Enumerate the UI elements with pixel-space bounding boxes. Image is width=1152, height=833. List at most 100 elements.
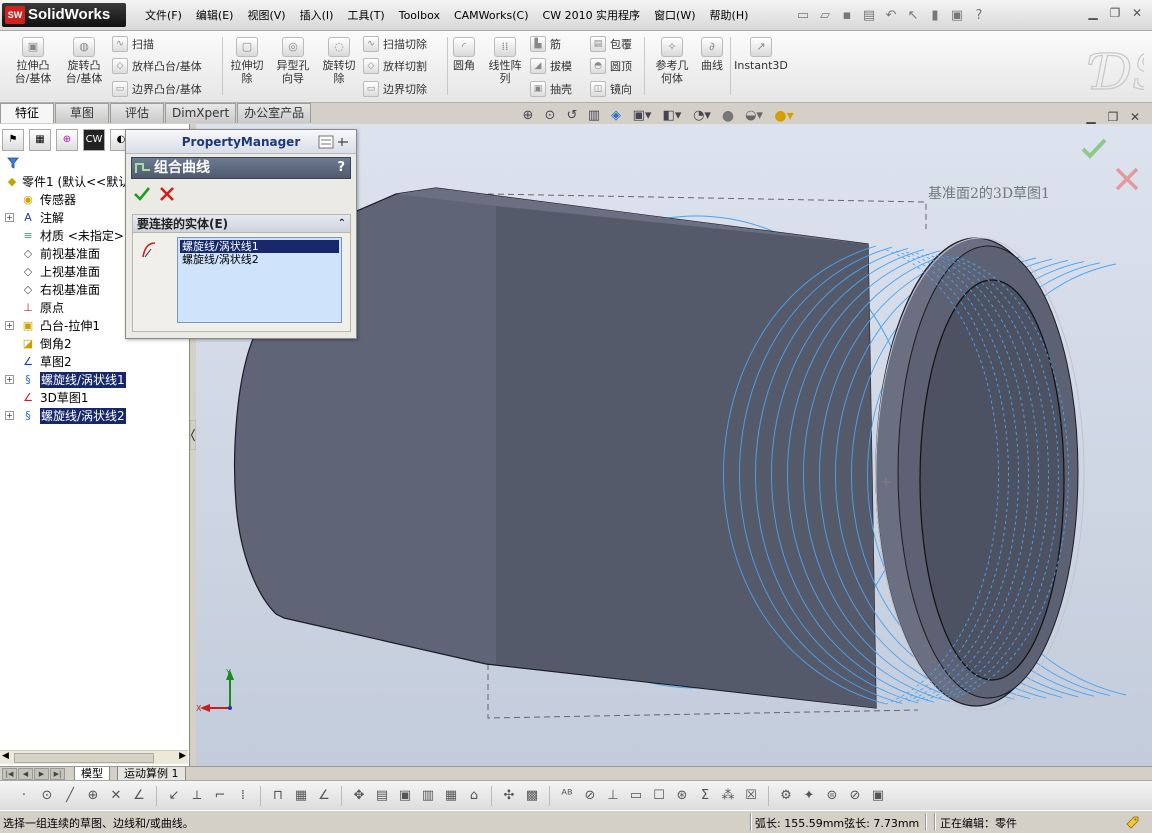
menu-file[interactable]: 文件(F) bbox=[138, 6, 189, 26]
point-tool-icon[interactable]: · bbox=[14, 786, 34, 806]
hole-wizard-button[interactable]: ◎ 异型孔 向导 bbox=[270, 37, 316, 85]
display-style-icon[interactable]: ▣▾ bbox=[627, 108, 657, 128]
tab-features[interactable]: 特征 bbox=[0, 103, 55, 123]
first-tab-icon[interactable]: |◀ bbox=[2, 768, 17, 780]
scroll-thumb[interactable] bbox=[14, 753, 154, 763]
boundary-cut-button[interactable]: ▭ 边界切除 bbox=[363, 80, 427, 98]
tab-motion-study[interactable]: 运动算例 1 bbox=[117, 767, 186, 781]
rectangle-tool-icon[interactable]: ⊕ bbox=[83, 786, 103, 806]
realview-icon[interactable]: ◒▾ bbox=[739, 108, 769, 128]
box-tool-icon[interactable]: ▭ bbox=[626, 786, 646, 806]
spark-tool-icon[interactable]: ⁂ bbox=[718, 786, 738, 806]
menu-edit[interactable]: 编辑(E) bbox=[189, 6, 241, 26]
restore-icon[interactable]: ❐ bbox=[1104, 6, 1126, 24]
perpendicular-tool-icon[interactable]: ⟂ bbox=[187, 786, 207, 806]
check-tool-icon[interactable]: ☐ bbox=[649, 786, 669, 806]
sum-tool-icon[interactable]: Σ bbox=[695, 786, 715, 806]
scroll-left-icon[interactable]: ◀ bbox=[2, 751, 9, 761]
rebuild-icon[interactable]: ▮ bbox=[924, 4, 946, 26]
open-icon[interactable]: ▱ bbox=[814, 4, 836, 26]
next-tab-icon[interactable]: ▶ bbox=[34, 768, 49, 780]
stack-tool-icon[interactable]: ▣ bbox=[868, 786, 888, 806]
cw-tab-icon[interactable]: CW bbox=[83, 129, 105, 151]
section-view-icon[interactable]: ▥ bbox=[583, 108, 605, 128]
tab-dimxpert[interactable]: DimXpert bbox=[165, 103, 237, 123]
block-tool-icon[interactable]: ▤ bbox=[372, 786, 392, 806]
edit-appearance-icon[interactable]: ◔▾ bbox=[687, 108, 717, 128]
house-tool-icon[interactable]: ⌂ bbox=[464, 786, 484, 806]
print-icon[interactable]: ▤ bbox=[858, 4, 880, 26]
slope-tool-icon[interactable]: ∠ bbox=[314, 786, 334, 806]
pattern-tool-icon[interactable]: ✣ bbox=[499, 786, 519, 806]
menu-help[interactable]: 帮助(H) bbox=[703, 6, 756, 26]
new-document-icon[interactable]: ▭ bbox=[792, 4, 814, 26]
entities-list[interactable]: 螺旋线/涡状线1 螺旋线/涡状线2 bbox=[177, 237, 342, 323]
star-tool-icon[interactable]: ✦ bbox=[799, 786, 819, 806]
tab-sketch[interactable]: 草图 bbox=[55, 103, 110, 123]
circle-tool-icon[interactable]: ⊙ bbox=[37, 786, 57, 806]
line-tool-icon[interactable]: ╱ bbox=[60, 786, 80, 806]
property-manager-tab-icon[interactable]: ▦ bbox=[29, 129, 51, 151]
tab-evaluate[interactable]: 评估 bbox=[110, 103, 165, 123]
expand-icon[interactable]: + bbox=[5, 213, 14, 222]
grid-tool-icon[interactable]: ▦ bbox=[291, 786, 311, 806]
hole-tool-icon[interactable]: ⊘ bbox=[580, 786, 600, 806]
datum-tool-icon[interactable]: ⊥ bbox=[603, 786, 623, 806]
tag-icon[interactable] bbox=[1124, 814, 1140, 830]
prev-tab-icon[interactable]: ◀ bbox=[18, 768, 33, 780]
block4-tool-icon[interactable]: ▦ bbox=[441, 786, 461, 806]
graphics-close-icon[interactable]: ✕ bbox=[1124, 110, 1146, 128]
x-box-tool-icon[interactable]: ☒ bbox=[741, 786, 761, 806]
graphics-restore-icon[interactable]: ❐ bbox=[1102, 110, 1124, 128]
expand-icon[interactable]: + bbox=[5, 411, 14, 420]
rib-button[interactable]: ▙ 筋 bbox=[530, 35, 561, 53]
feature-tree-item[interactable]: + § 螺旋线/涡状线1 bbox=[0, 371, 190, 389]
linear-pattern-button[interactable]: ⁞⁞ 线性阵 列 bbox=[482, 37, 528, 85]
draft-button[interactable]: ◢ 拔模 bbox=[530, 57, 572, 75]
entities-group-header[interactable]: 要连接的实体(E) ⌃ bbox=[133, 215, 350, 233]
block3-tool-icon[interactable]: ▥ bbox=[418, 786, 438, 806]
collapse-icon[interactable]: ⌃ bbox=[338, 215, 346, 233]
sweep-button[interactable]: ∿ 扫描 bbox=[112, 35, 154, 53]
feature-tree-scrollbar[interactable]: ◀ ▶ bbox=[0, 750, 188, 764]
dashed-tool-icon[interactable]: ⁞ bbox=[233, 786, 253, 806]
move-tool-icon[interactable]: ✥ bbox=[349, 786, 369, 806]
undo-icon[interactable]: ↶ bbox=[880, 4, 902, 26]
help-icon[interactable]: ? bbox=[337, 158, 345, 178]
trim-tool-icon[interactable]: ✕ bbox=[106, 786, 126, 806]
configuration-tab-icon[interactable]: ⊕ bbox=[56, 129, 78, 151]
scene-icon[interactable]: ● bbox=[717, 108, 739, 128]
select-icon[interactable]: ↖ bbox=[902, 4, 924, 26]
save-icon[interactable]: ▪ bbox=[836, 4, 858, 26]
extrude-boss-button[interactable]: ▣ 拉伸凸 台/基体 bbox=[10, 37, 56, 85]
view-orientation-icon[interactable]: ◈ bbox=[605, 108, 627, 128]
fillet-button[interactable]: ◜ 圆角 bbox=[441, 37, 487, 72]
angle-tool-icon[interactable]: ∠ bbox=[129, 786, 149, 806]
options-icon[interactable]: ▣ bbox=[946, 4, 968, 26]
menu-window[interactable]: 窗口(W) bbox=[647, 6, 702, 26]
entity-item[interactable]: 螺旋线/涡状线2 bbox=[180, 253, 339, 266]
corner-tool-icon[interactable]: ⌐ bbox=[210, 786, 230, 806]
cancel-button[interactable] bbox=[158, 185, 176, 203]
mirror-button[interactable]: ◫ 镜向 bbox=[590, 80, 632, 98]
extrude-cut-button[interactable]: ▢ 拉伸切 除 bbox=[224, 37, 270, 85]
hide-show-icon[interactable]: ◧▾ bbox=[657, 108, 687, 128]
tab-model[interactable]: 模型 bbox=[74, 767, 110, 781]
menu-view[interactable]: 视图(V) bbox=[240, 6, 292, 26]
filter-icon[interactable] bbox=[0, 155, 130, 171]
menu-camworks[interactable]: CAMWorks(C) bbox=[447, 6, 536, 26]
gear-tool-icon[interactable]: ⊛ bbox=[672, 786, 692, 806]
zoom-to-fit-icon[interactable]: ⊕ bbox=[517, 108, 539, 128]
confirm-cancel-icon[interactable] bbox=[1113, 165, 1141, 193]
loft-button[interactable]: ◇ 放样凸台/基体 bbox=[112, 57, 202, 75]
curves-button[interactable]: ∂ 曲线 bbox=[689, 37, 735, 72]
ok-button[interactable] bbox=[133, 185, 151, 203]
dome-button[interactable]: ◓ 圆顶 bbox=[590, 57, 632, 75]
cancel-tool-icon[interactable]: ⊘ bbox=[845, 786, 865, 806]
settings-tool-icon[interactable]: ⚙ bbox=[776, 786, 796, 806]
menu-toolbox[interactable]: Toolbox bbox=[392, 6, 447, 26]
feature-tree-item[interactable]: ∠ 3D草图1 bbox=[0, 389, 190, 407]
feature-tree-tab-icon[interactable]: ⚑ bbox=[2, 129, 24, 151]
revolve-boss-button[interactable]: ◍ 旋转凸 台/基体 bbox=[61, 37, 107, 85]
entity-item[interactable]: 螺旋线/涡状线1 bbox=[180, 240, 339, 253]
